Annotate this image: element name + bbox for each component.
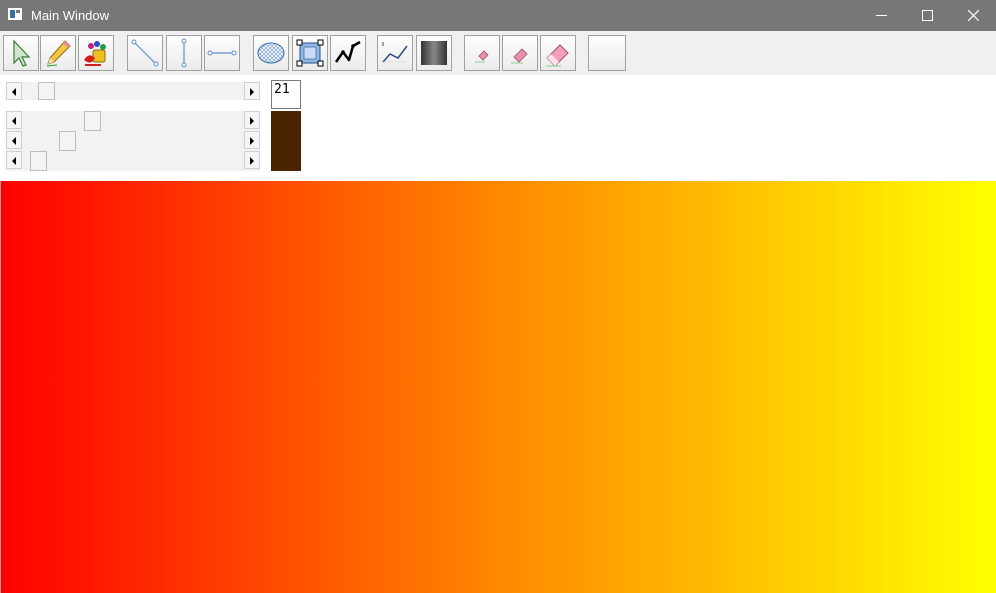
- minimize-button[interactable]: [858, 0, 904, 31]
- select-tool-button[interactable]: [3, 35, 39, 71]
- brush-size-value[interactable]: 21: [271, 80, 301, 109]
- arrow-left-icon: [12, 137, 16, 145]
- red-slider[interactable]: [6, 111, 260, 131]
- title-bar: Main Window: [0, 0, 996, 31]
- transform-tool-button[interactable]: [292, 35, 328, 71]
- scroll-left-button[interactable]: [6, 131, 22, 149]
- blank-tool-button[interactable]: [588, 35, 626, 71]
- vertical-line-tool-button[interactable]: [166, 35, 202, 71]
- gray-gradient-icon: [421, 41, 447, 65]
- small-eraser-tool-button[interactable]: [464, 35, 500, 71]
- slider-thumb[interactable]: [38, 82, 55, 100]
- close-icon: [967, 10, 979, 21]
- arrow-left-icon: [12, 157, 16, 165]
- bezier-curve-icon: [334, 40, 361, 63]
- arrow-right-icon: [250, 157, 254, 165]
- medium-eraser-tool-button[interactable]: [502, 35, 538, 71]
- pencil-tool-button[interactable]: [40, 35, 76, 71]
- toolbar: [0, 31, 996, 75]
- paint-tool-button[interactable]: [78, 35, 114, 71]
- pencil-icon: [46, 40, 71, 67]
- curve-tool-button[interactable]: [377, 35, 413, 71]
- maximize-button[interactable]: [904, 0, 950, 31]
- scroll-left-button[interactable]: [6, 111, 22, 129]
- scroll-right-button[interactable]: [244, 131, 260, 149]
- bounding-box-icon: [296, 39, 324, 67]
- medium-eraser-icon: [511, 48, 528, 64]
- arrow-left-icon: [12, 88, 16, 96]
- diagonal-line-tool-button[interactable]: [127, 35, 163, 71]
- bezier-tool-button[interactable]: [330, 35, 366, 71]
- slider-thumb[interactable]: [59, 131, 76, 151]
- large-eraser-icon: [546, 44, 569, 67]
- slider-thumb[interactable]: [84, 111, 101, 131]
- window-app-icon: [8, 8, 22, 20]
- arrow-left-icon: [12, 117, 16, 125]
- size-slider[interactable]: [6, 82, 260, 100]
- arrow-right-icon: [250, 117, 254, 125]
- scroll-left-button[interactable]: [6, 82, 22, 100]
- diagonal-line-icon: [131, 39, 159, 67]
- slider-thumb[interactable]: [30, 151, 47, 171]
- drawing-canvas[interactable]: [0, 181, 996, 593]
- minimize-icon: [875, 15, 887, 16]
- window-title: Main Window: [31, 8, 110, 23]
- scroll-right-button[interactable]: [244, 82, 260, 100]
- mesh-ellipse-icon: [257, 42, 285, 64]
- large-eraser-tool-button[interactable]: [540, 35, 576, 71]
- horizontal-line-tool-button[interactable]: [204, 35, 240, 71]
- horizontal-line-icon: [207, 50, 237, 56]
- small-eraser-icon: [475, 50, 489, 63]
- scroll-right-button[interactable]: [244, 111, 260, 129]
- paint-palette-icon: [84, 41, 106, 66]
- scroll-left-button[interactable]: [6, 151, 22, 169]
- polyline-curve-icon: [382, 42, 408, 63]
- lasso-tool-button[interactable]: [253, 35, 289, 71]
- arrow-right-icon: [250, 88, 254, 96]
- maximize-icon: [921, 10, 933, 21]
- color-swatch: [271, 111, 301, 171]
- green-slider[interactable]: [6, 131, 260, 151]
- blue-slider[interactable]: [6, 151, 260, 171]
- arrow-cursor-icon: [13, 39, 31, 67]
- vertical-line-icon: [181, 38, 187, 68]
- close-button[interactable]: [950, 0, 996, 31]
- arrow-right-icon: [250, 137, 254, 145]
- gradient-tool-button[interactable]: [416, 35, 452, 71]
- scroll-right-button[interactable]: [244, 151, 260, 169]
